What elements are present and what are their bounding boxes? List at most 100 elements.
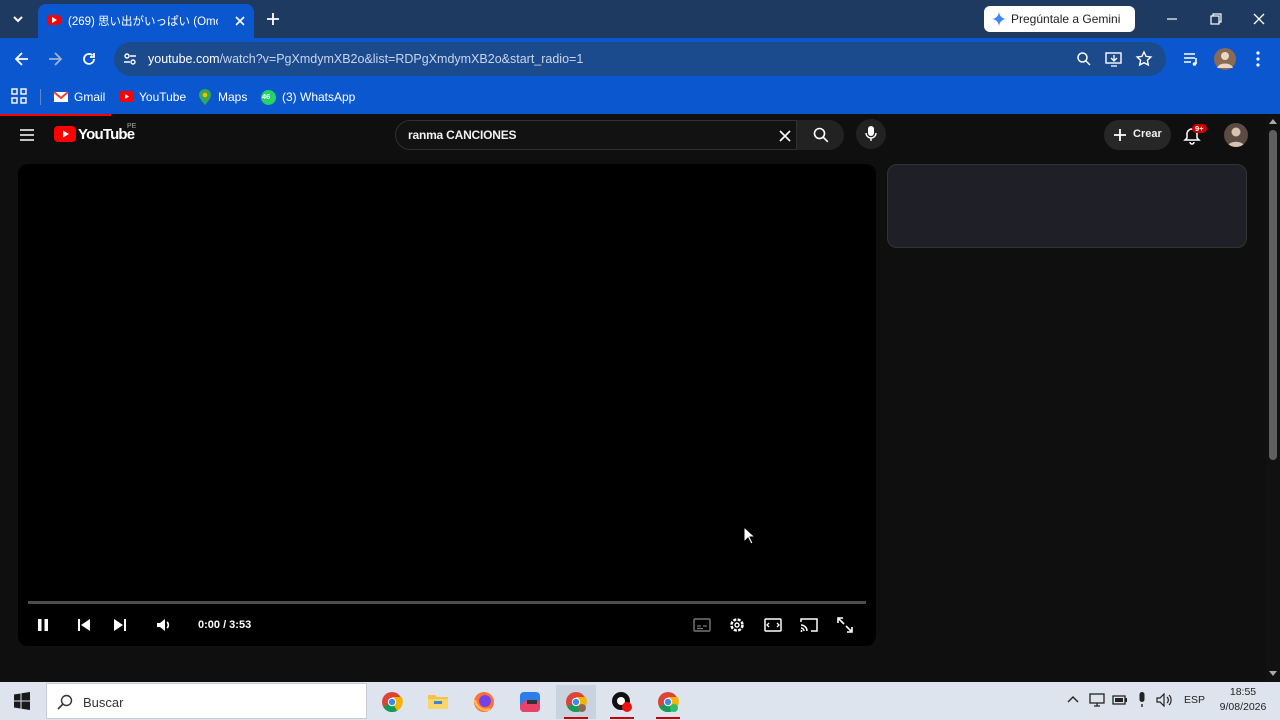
- battery-icon[interactable]: [1112, 694, 1128, 706]
- bookmark-whatsapp[interactable]: 46 (3) WhatsApp: [261, 87, 356, 107]
- fullscreen-icon: [837, 617, 853, 633]
- close-window-button[interactable]: [1247, 8, 1271, 30]
- minimize-button[interactable]: [1160, 8, 1184, 30]
- play-pause-button[interactable]: [34, 616, 52, 634]
- taskbar-chrome-profile-app[interactable]: [556, 685, 596, 719]
- theater-mode-button[interactable]: [764, 616, 782, 634]
- bookmark-star-icon[interactable]: [1135, 50, 1153, 68]
- sidebar-placeholder: [887, 164, 1247, 248]
- search-button[interactable]: [796, 120, 844, 150]
- maps-icon: [199, 89, 211, 105]
- start-button[interactable]: [13, 692, 31, 710]
- reload-button[interactable]: [79, 49, 99, 69]
- network-icon[interactable]: [1089, 693, 1105, 707]
- time-display: 0:00 / 3:53: [198, 619, 252, 631]
- hamburger-menu-icon: [20, 129, 34, 141]
- back-button[interactable]: [12, 49, 32, 69]
- minimize-icon: [1167, 18, 1177, 20]
- clock[interactable]: 18:55 9/08/2026: [1212, 685, 1274, 717]
- gmail-icon: [53, 91, 69, 102]
- microphone-icon[interactable]: [1137, 692, 1147, 708]
- cast-button[interactable]: [800, 616, 818, 634]
- gemini-sparkle-icon: [992, 12, 1006, 26]
- youtube-icon: [119, 91, 134, 102]
- scroll-down-icon[interactable]: [1269, 671, 1277, 677]
- taskbar-chrome-app[interactable]: [372, 685, 412, 719]
- plus-icon: [1114, 129, 1126, 141]
- arrow-left-icon: [14, 52, 28, 66]
- voice-search-button[interactable]: [856, 119, 886, 149]
- page-scrollbar[interactable]: [1266, 116, 1280, 682]
- search-icon: [57, 694, 73, 710]
- guide-menu-button[interactable]: [18, 126, 36, 144]
- create-button[interactable]: Crear: [1104, 120, 1171, 150]
- chrome-menu-button[interactable]: [1250, 49, 1266, 69]
- tab-close-button[interactable]: [232, 13, 248, 29]
- youtube-favicon-icon: [47, 15, 61, 25]
- url-text[interactable]: youtube.com/watch?v=PgXmdymXB2o&list=RDP…: [148, 52, 583, 66]
- restore-button[interactable]: [1203, 8, 1227, 30]
- fullscreen-button[interactable]: [836, 616, 854, 634]
- chevron-up-icon: [1067, 696, 1079, 703]
- youtube-logo[interactable]: YouTube PE: [54, 123, 144, 147]
- scrollbar-thumb[interactable]: [1269, 130, 1277, 460]
- chevron-down-icon: [13, 16, 23, 23]
- taskbar-firefox-app[interactable]: [464, 685, 504, 719]
- show-hidden-icons-button[interactable]: [1066, 693, 1080, 707]
- account-avatar[interactable]: [1224, 123, 1248, 147]
- taskbar-file-explorer-app[interactable]: [418, 685, 458, 719]
- playlist-icon: [1184, 53, 1197, 66]
- microphone-icon: [865, 126, 877, 141]
- forward-button[interactable]: [45, 49, 65, 69]
- create-label: Crear: [1133, 128, 1162, 140]
- youtube-logo-icon: [54, 126, 76, 142]
- address-bar[interactable]: youtube.com/watch?v=PgXmdymXB2o&list=RDP…: [114, 42, 1166, 76]
- apps-button[interactable]: [10, 87, 28, 105]
- video-player[interactable]: 0:00 / 3:53: [18, 164, 876, 646]
- tab-search-button[interactable]: [8, 9, 28, 29]
- chrome-icon: [382, 692, 403, 713]
- bookmark-label: YouTube: [139, 90, 187, 104]
- clear-search-button[interactable]: [777, 128, 793, 144]
- volume-icon: [157, 619, 170, 631]
- subtitles-button[interactable]: [693, 616, 711, 634]
- windows-logo-icon: [14, 692, 30, 710]
- language-indicator[interactable]: ESP: [1184, 694, 1205, 706]
- zoom-icon[interactable]: [1076, 51, 1092, 67]
- mouse-cursor-icon: [743, 526, 757, 545]
- taskbar-chrome-second-app[interactable]: [648, 685, 688, 719]
- bookmark-youtube[interactable]: YouTube: [119, 87, 189, 107]
- taskbar-search[interactable]: Buscar: [46, 683, 367, 719]
- close-icon: [235, 16, 245, 26]
- next-button[interactable]: [111, 616, 129, 634]
- volume-icon[interactable]: [1156, 693, 1174, 707]
- notifications-button[interactable]: 9+: [1183, 124, 1209, 147]
- install-app-icon[interactable]: [1105, 51, 1123, 67]
- taskbar-recorder-app[interactable]: [602, 685, 642, 719]
- scroll-up-icon[interactable]: [1269, 118, 1277, 124]
- skip-previous-icon: [78, 619, 90, 631]
- previous-button[interactable]: [75, 616, 93, 634]
- search-icon: [813, 127, 829, 143]
- restore-icon: [1210, 13, 1222, 25]
- browser-toolbar: youtube.com/watch?v=PgXmdymXB2o&list=RDP…: [0, 38, 1280, 80]
- bookmark-label: Maps: [218, 90, 248, 104]
- mute-button[interactable]: [155, 616, 173, 634]
- media-controls-button[interactable]: [1181, 49, 1201, 69]
- pause-icon: [38, 619, 48, 631]
- browser-tab-active[interactable]: (269) 思い出がいっぱい (Omoide ga Ippai): [38, 4, 254, 38]
- youtube-logo-text: YouTube: [78, 126, 135, 143]
- apps-grid-icon: [11, 88, 27, 104]
- search-input[interactable]: ranma CANCIONES: [408, 128, 517, 142]
- ask-gemini-button[interactable]: Pregúntale a Gemini: [984, 6, 1135, 32]
- search-box[interactable]: ranma CANCIONES: [395, 120, 844, 150]
- bookmark-maps[interactable]: Maps: [199, 87, 251, 107]
- clock-time: 18:55: [1229, 686, 1257, 698]
- taskbar-app-4[interactable]: [510, 685, 550, 719]
- bookmark-gmail[interactable]: Gmail: [53, 87, 109, 107]
- progress-bar[interactable]: [28, 601, 866, 604]
- record-icon: [612, 692, 632, 712]
- profile-avatar[interactable]: [1214, 48, 1236, 70]
- new-tab-button[interactable]: [264, 10, 282, 28]
- settings-button[interactable]: [728, 616, 746, 634]
